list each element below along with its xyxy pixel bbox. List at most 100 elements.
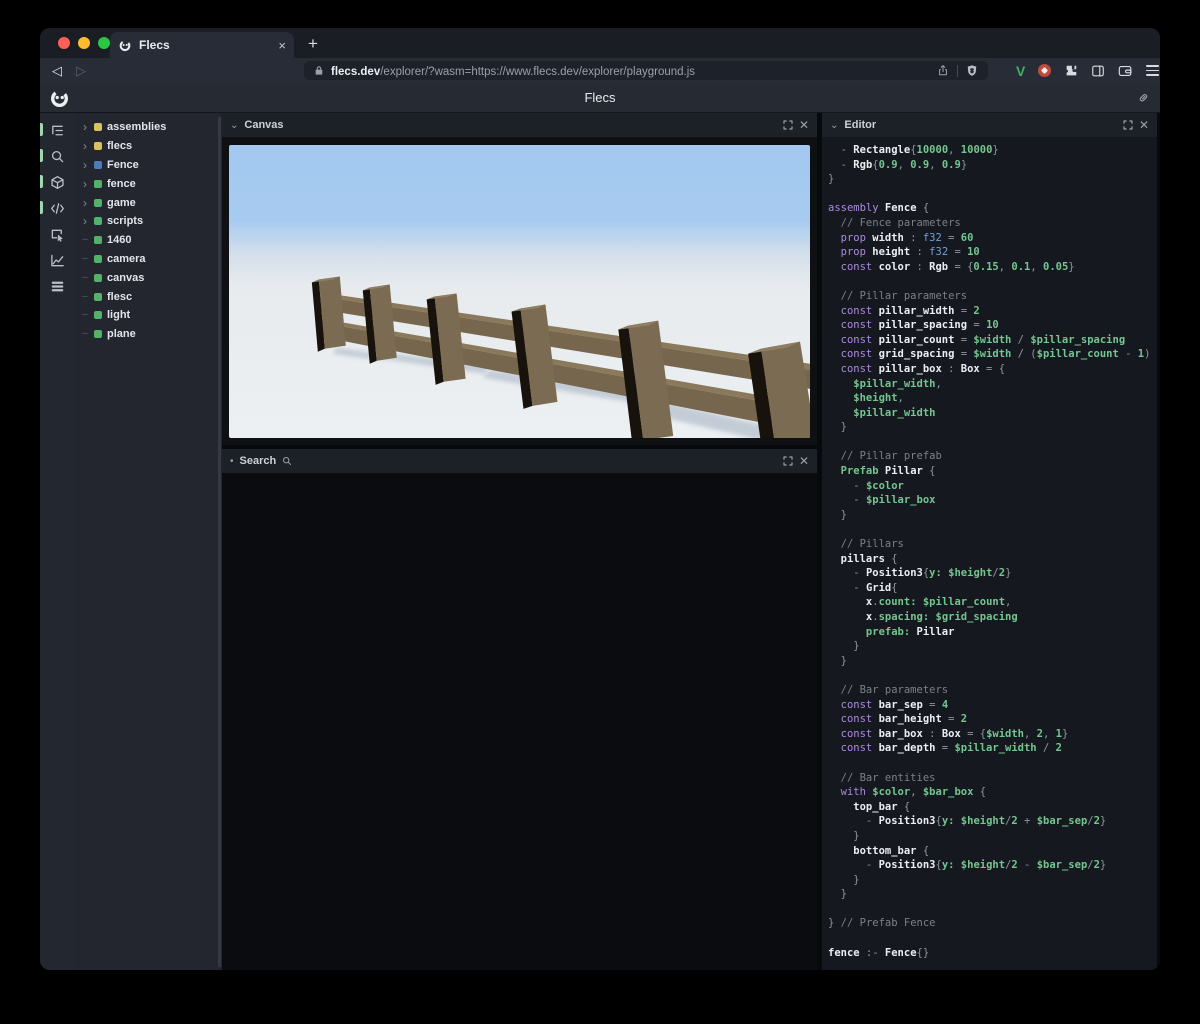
tree-item-flesc[interactable]: – flesc	[75, 287, 222, 306]
minimize-window-button[interactable]	[78, 37, 90, 49]
tree-item-light[interactable]: – light	[75, 306, 222, 325]
editor-panel-header[interactable]: ⌄ Editor ✕	[822, 113, 1157, 137]
expand-chevron-icon[interactable]: ›	[81, 140, 89, 152]
tab-title: Flecs	[139, 38, 170, 52]
code-line: - Rectangle{10000, 10000}	[828, 144, 999, 156]
code-line: }	[828, 654, 847, 667]
entity-color-square	[94, 217, 102, 226]
editor-panel-title: Editor	[844, 119, 877, 131]
code-line: prop width : f32 = 60	[828, 231, 974, 244]
code-line: const pillar_width = 2	[828, 304, 980, 317]
back-icon[interactable]: ◁	[52, 64, 62, 77]
red-badge-icon[interactable]	[1038, 64, 1052, 77]
script-code-icon[interactable]	[40, 195, 75, 221]
puzzle-extensions-icon[interactable]	[1064, 64, 1078, 78]
search-panel-header[interactable]: • Search ✕	[222, 449, 817, 473]
collapse-chevron-icon[interactable]: ⌄	[830, 120, 838, 131]
tree-item-assemblies[interactable]: › assemblies	[75, 118, 222, 137]
tree-item-label: Fence	[107, 158, 139, 171]
queries-list-icon[interactable]	[40, 273, 75, 299]
extension-icons: V	[1016, 63, 1160, 79]
code-line: - Position3{y: $height/2}	[828, 567, 1012, 580]
zoom-window-button[interactable]	[98, 37, 110, 49]
code-editor[interactable]: - Rectangle{10000, 10000} - Rgb{0.9, 0.9…	[822, 137, 1157, 960]
tree-item-label: flecs	[107, 140, 133, 153]
expand-icon[interactable]	[783, 456, 793, 466]
entity-color-square	[94, 179, 102, 188]
entity-tree-icon[interactable]	[40, 117, 75, 143]
close-panel-icon[interactable]: ✕	[1139, 119, 1149, 131]
expand-icon[interactable]	[1123, 120, 1133, 130]
tree-item-plane[interactable]: – plane	[75, 325, 222, 344]
expand-chevron-icon[interactable]: ›	[81, 215, 89, 227]
tree-item-fence[interactable]: › fence	[75, 174, 222, 193]
3d-viewport[interactable]	[229, 145, 810, 438]
close-window-button[interactable]	[58, 37, 70, 49]
expand-icon[interactable]	[783, 120, 793, 130]
brave-shield-icon[interactable]	[966, 64, 978, 77]
tree-item-label: scripts	[107, 215, 144, 228]
entity-color-square	[94, 254, 102, 263]
tree-item-camera[interactable]: – camera	[75, 250, 222, 269]
code-line: // Fence parameters	[828, 216, 961, 229]
expand-chevron-icon[interactable]: ›	[81, 121, 89, 133]
close-panel-icon[interactable]: ✕	[799, 455, 809, 467]
tree-item-Fence[interactable]: › Fence	[75, 156, 222, 175]
tree-item-canvas[interactable]: – canvas	[75, 268, 222, 287]
share-link-icon[interactable]	[1137, 91, 1150, 104]
forward-icon[interactable]: ▷	[76, 64, 86, 77]
browser-window: Flecs × + ◁ ▷ flecs.dev/explorer/?wasm=h…	[40, 28, 1160, 970]
search-glyph-icon	[283, 456, 292, 466]
code-line: // Pillar prefab	[828, 450, 942, 463]
menu-icon[interactable]	[1146, 65, 1160, 76]
expand-chevron-icon[interactable]: ›	[81, 197, 89, 209]
code-line: - $color	[828, 479, 904, 492]
wallet-icon[interactable]	[1118, 64, 1133, 78]
entity-color-square	[94, 292, 102, 301]
collapse-chevron-icon[interactable]: ⌄	[230, 120, 238, 131]
tree-item-label: canvas	[107, 271, 145, 284]
app-body: › assemblies › flecs › Fence › fence › game › scrip…	[40, 113, 1160, 970]
share-icon[interactable]	[937, 64, 949, 77]
browser-tab[interactable]: Flecs ×	[110, 32, 294, 58]
code-line: - $pillar_box	[828, 494, 936, 507]
leaf-dash-icon: –	[82, 328, 88, 340]
code-line: const pillar_box : Box = {	[828, 362, 1006, 375]
lock-icon	[315, 66, 323, 75]
tab-strip: Flecs × +	[40, 28, 1160, 58]
url-bar[interactable]: flecs.dev/explorer/?wasm=https://www.fle…	[304, 61, 988, 80]
tree-item-label: camera	[107, 252, 146, 265]
browser-toolbar: ◁ ▷ flecs.dev/explorer/?wasm=https://www…	[40, 58, 1160, 83]
collapsed-dot-icon[interactable]: •	[230, 456, 234, 467]
side-panel-icon[interactable]	[1091, 64, 1105, 78]
panel-area: ⌄ Canvas ✕ • Search ✕ ⌄ Editor ✕ - Recta…	[222, 113, 1160, 970]
editor-panel-body[interactable]: - Rectangle{10000, 10000} - Rgb{0.9, 0.9…	[822, 137, 1157, 970]
canvas-panel-header[interactable]: ⌄ Canvas ✕	[222, 113, 817, 137]
leaf-dash-icon: –	[82, 290, 88, 302]
code-line: }	[828, 873, 860, 886]
vue-devtools-icon[interactable]: V	[1016, 63, 1025, 79]
expand-chevron-icon[interactable]: ›	[81, 159, 89, 171]
tree-item-flecs[interactable]: › flecs	[75, 137, 222, 156]
tab-close-icon[interactable]: ×	[278, 39, 286, 52]
code-line: } // Prefab Fence	[828, 917, 936, 930]
search-panel-body[interactable]	[222, 473, 817, 970]
code-line: with $color, $bar_box {	[828, 786, 987, 799]
code-line: const pillar_spacing = 10	[828, 319, 999, 332]
url-path: /explorer/?wasm=https://www.flecs.dev/ex…	[380, 65, 696, 78]
window-controls[interactable]	[58, 37, 110, 49]
tree-item-1460[interactable]: – 1460	[75, 231, 222, 250]
canvas-panel-title: Canvas	[244, 119, 284, 131]
entities-cube-icon[interactable]	[40, 169, 75, 195]
new-tab-button[interactable]: +	[308, 34, 318, 54]
inspect-icon[interactable]	[40, 221, 75, 247]
tree-item-game[interactable]: › game	[75, 193, 222, 212]
tree-item-scripts[interactable]: › scripts	[75, 212, 222, 231]
entity-color-square	[94, 273, 102, 282]
entity-color-square	[94, 160, 102, 169]
close-panel-icon[interactable]: ✕	[799, 119, 809, 131]
code-line: bottom_bar {	[828, 844, 930, 857]
search-icon[interactable]	[40, 143, 75, 169]
expand-chevron-icon[interactable]: ›	[81, 178, 89, 190]
statistics-chart-icon[interactable]	[40, 247, 75, 273]
